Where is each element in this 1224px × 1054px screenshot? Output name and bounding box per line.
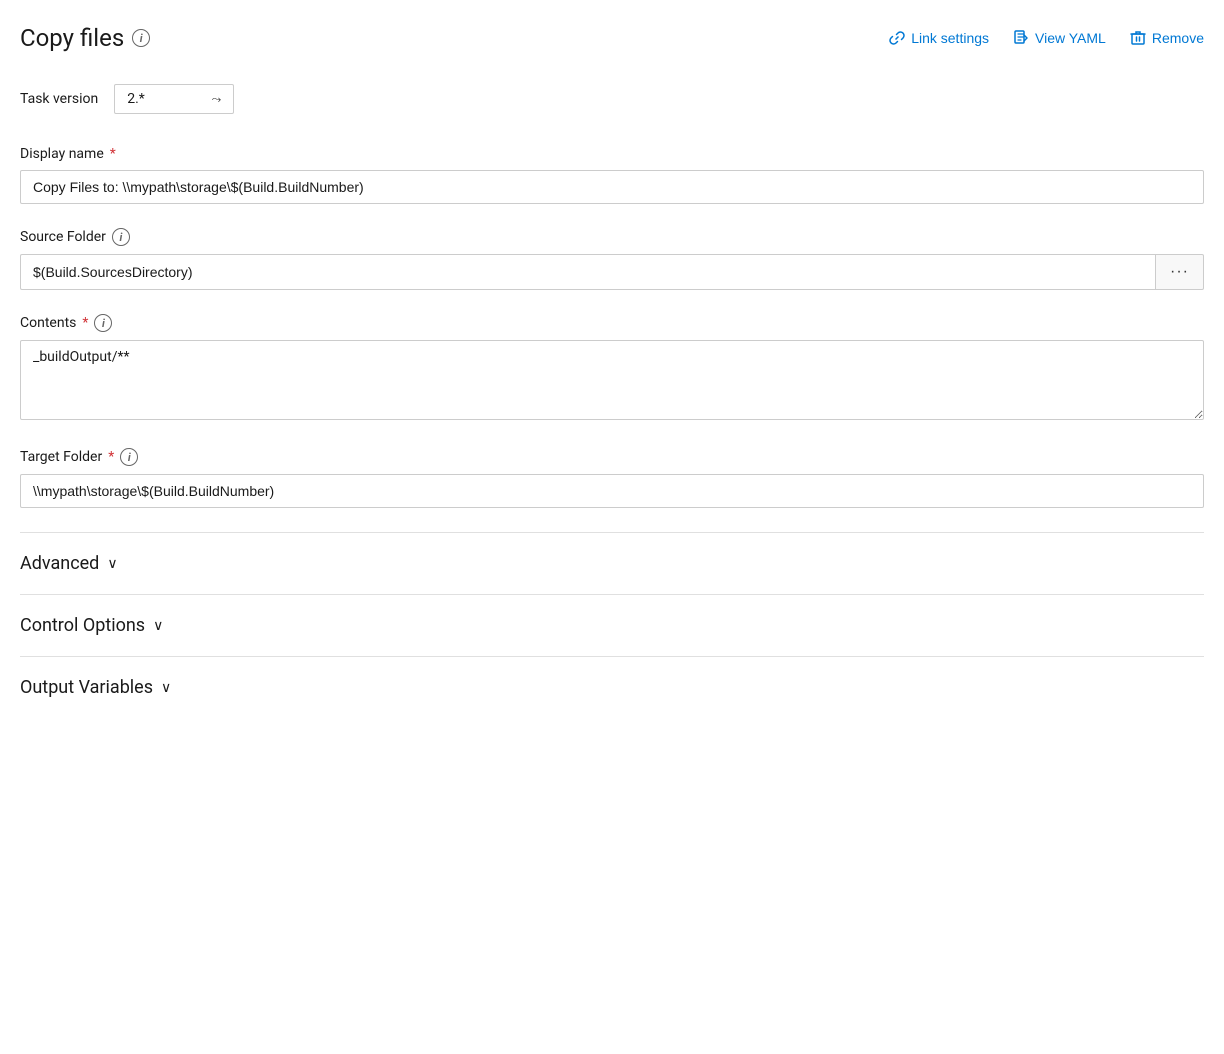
task-version-label: Task version [20,91,98,107]
contents-textarea[interactable]: _buildOutput/** [20,340,1204,420]
control-options-section: Control Options ∨ [20,594,1204,656]
target-folder-info-icon[interactable]: i [120,448,138,466]
display-name-label: Display name * [20,146,1204,162]
output-variables-section-header[interactable]: Output Variables ∨ [20,677,1204,698]
view-yaml-button[interactable]: View YAML [1013,30,1106,46]
contents-label: Contents * i [20,314,1204,332]
target-folder-input[interactable] [20,474,1204,508]
contents-section: Contents * i _buildOutput/** [20,314,1204,424]
target-folder-required: * [108,449,114,465]
control-options-chevron-icon: ∨ [153,618,163,634]
contents-required: * [82,315,88,331]
page-header: Copy files i Link settings View YAML [20,24,1204,52]
task-version-select[interactable]: 2.* ⤳ [114,84,234,114]
display-name-input[interactable] [20,170,1204,204]
advanced-section: Advanced ∨ [20,532,1204,594]
source-folder-section: Source Folder i ··· [20,228,1204,290]
advanced-chevron-icon: ∨ [107,556,117,572]
header-actions: Link settings View YAML Remove [889,30,1204,46]
target-folder-section: Target Folder * i [20,448,1204,508]
link-settings-button[interactable]: Link settings [889,30,989,46]
output-variables-section: Output Variables ∨ [20,656,1204,718]
version-chevron-down-icon: ⤳ [212,92,222,107]
display-name-section: Display name * [20,146,1204,204]
source-folder-input[interactable] [20,254,1155,290]
control-options-section-title: Control Options [20,615,145,636]
display-name-required: * [110,146,116,162]
output-variables-chevron-icon: ∨ [161,680,171,696]
source-folder-browse-button[interactable]: ··· [1155,254,1204,290]
remove-button[interactable]: Remove [1130,30,1204,46]
yaml-icon [1013,30,1029,46]
target-folder-label: Target Folder * i [20,448,1204,466]
source-folder-info-icon[interactable]: i [112,228,130,246]
source-folder-input-group: ··· [20,254,1204,290]
remove-icon [1130,30,1146,46]
advanced-section-title: Advanced [20,553,99,574]
source-folder-label: Source Folder i [20,228,1204,246]
advanced-section-header[interactable]: Advanced ∨ [20,553,1204,574]
title-info-icon[interactable]: i [132,29,150,47]
contents-info-icon[interactable]: i [94,314,112,332]
output-variables-section-title: Output Variables [20,677,153,698]
task-version-value: 2.* [127,91,145,107]
control-options-section-header[interactable]: Control Options ∨ [20,615,1204,636]
link-icon [889,30,905,46]
page-title: Copy files [20,24,124,52]
header-left: Copy files i [20,24,150,52]
task-version-row: Task version 2.* ⤳ [20,84,1204,114]
